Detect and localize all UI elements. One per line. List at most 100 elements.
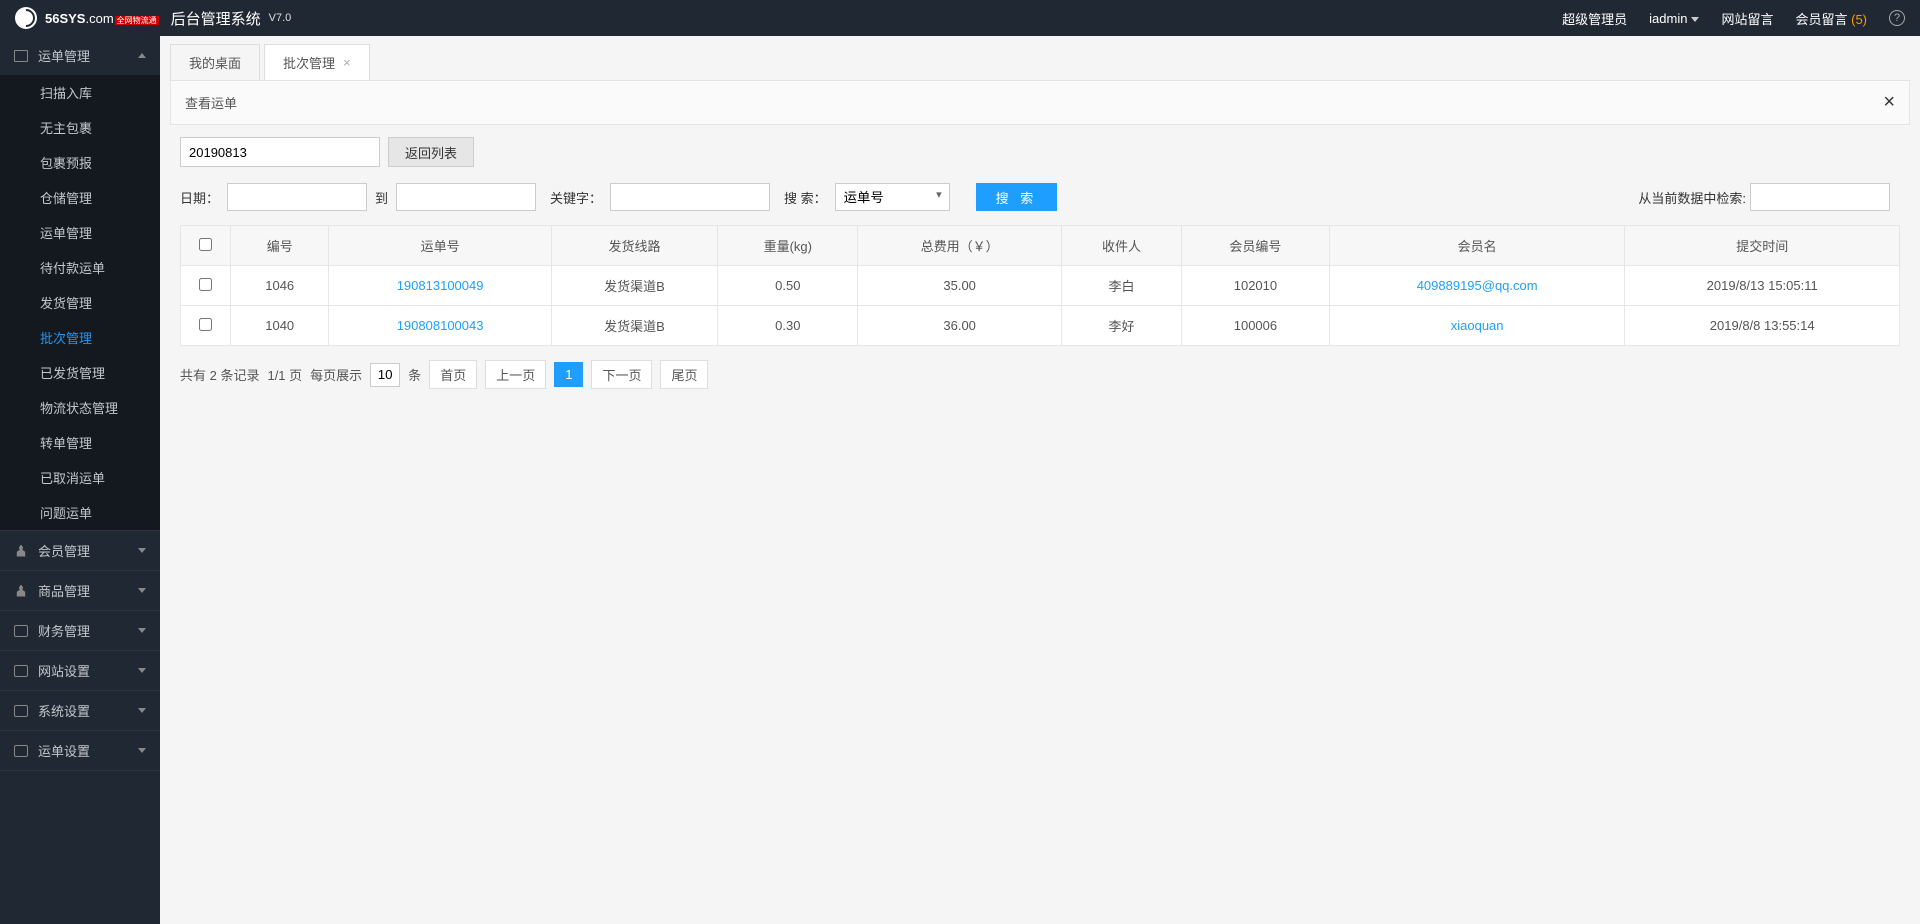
version-label: V7.0 — [269, 12, 292, 24]
search-type-select[interactable]: 运单号 — [835, 183, 950, 211]
local-search-label: 从当前数据中检索: — [1638, 188, 1746, 207]
member-link[interactable]: 409889195@qq.com — [1417, 278, 1538, 293]
table-header: 会员名 — [1329, 226, 1625, 266]
waybill-link[interactable]: 190813100049 — [397, 278, 484, 293]
keyword-label: 关键字： — [550, 188, 602, 207]
menu-icon — [14, 705, 28, 717]
menu-group-2[interactable]: 商品管理 — [0, 571, 160, 610]
row-checkbox[interactable] — [199, 318, 212, 331]
chevron-down-icon — [138, 548, 146, 553]
submenu-item[interactable]: 仓储管理 — [0, 180, 160, 215]
to-label: 到 — [375, 188, 388, 207]
toolbar-filter: 日期： 到 关键字： 搜 索： 运单号 搜 索 从当前数据中检索: — [160, 175, 1920, 225]
perpage-input[interactable] — [370, 363, 400, 387]
tab[interactable]: 我的桌面 — [170, 44, 260, 80]
menu-group-6[interactable]: 运单设置 — [0, 731, 160, 770]
select-all-checkbox[interactable] — [199, 238, 212, 251]
submenu-item[interactable]: 无主包裹 — [0, 110, 160, 145]
table-container: 编号运单号发货线路重量(kg)总费用（￥）收件人会员编号会员名提交时间 1046… — [160, 225, 1920, 346]
back-button[interactable]: 返回列表 — [388, 137, 474, 167]
pagination: 共有 2 条记录 1/1 页 每页展示 条 首页 上一页 1 下一页 尾页 — [160, 346, 1920, 403]
waybill-link[interactable]: 190808100043 — [397, 318, 484, 333]
menu-icon — [14, 665, 28, 677]
menu-group-5[interactable]: 系统设置 — [0, 691, 160, 730]
chevron-down-icon — [138, 708, 146, 713]
help-icon[interactable]: ? — [1889, 10, 1905, 26]
chevron-down-icon — [138, 588, 146, 593]
table-row: 1046190813100049发货渠道B0.5035.00李白10201040… — [181, 266, 1900, 306]
row-checkbox[interactable] — [199, 278, 212, 291]
table-header: 发货线路 — [551, 226, 717, 266]
toolbar-batch: 返回列表 — [160, 125, 1920, 175]
menu-icon — [14, 745, 28, 757]
pager-summary: 共有 2 条记录 — [180, 365, 259, 384]
local-search-input[interactable] — [1750, 183, 1890, 211]
date-label: 日期： — [180, 188, 219, 207]
submenu-item[interactable]: 待付款运单 — [0, 250, 160, 285]
submenu-item[interactable]: 运单管理 — [0, 215, 160, 250]
menu-group-0[interactable]: 运单管理 — [0, 36, 160, 75]
submenu-item[interactable]: 问题运单 — [0, 495, 160, 530]
keyword-input[interactable] — [610, 183, 770, 211]
submenu-item[interactable]: 发货管理 — [0, 285, 160, 320]
menu-icon — [14, 545, 28, 557]
table-header: 编号 — [231, 226, 329, 266]
menu-group-4[interactable]: 网站设置 — [0, 651, 160, 690]
member-link[interactable]: xiaoquan — [1451, 318, 1504, 333]
menu-group-1[interactable]: 会员管理 — [0, 531, 160, 570]
table-header: 收件人 — [1061, 226, 1181, 266]
chevron-down-icon — [138, 628, 146, 633]
system-title: 后台管理系统 — [171, 8, 261, 29]
panel-header: 查看运单 × — [170, 80, 1910, 125]
batch-input[interactable] — [180, 137, 380, 167]
search-button[interactable]: 搜 索 — [976, 183, 1058, 211]
perpage-label: 每页展示 — [310, 365, 362, 384]
user-dropdown[interactable]: iadmin — [1649, 11, 1699, 26]
top-header: 56SYS.com全网物流通 后台管理系统 V7.0 超级管理员 iadmin … — [0, 0, 1920, 36]
logo-icon — [15, 7, 37, 29]
table-header: 提交时间 — [1625, 226, 1900, 266]
page-number-button[interactable]: 1 — [554, 362, 583, 387]
content-area: 我的桌面批次管理× 查看运单 × 返回列表 日期： 到 关键字： 搜 索： 运单… — [160, 36, 1920, 924]
table-row: 1040190808100043发货渠道B0.3036.00李好100006xi… — [181, 306, 1900, 346]
submenu-item[interactable]: 已发货管理 — [0, 355, 160, 390]
menu-icon — [14, 625, 28, 637]
member-message-link[interactable]: 会员留言 (5) — [1795, 9, 1867, 28]
prev-page-button[interactable]: 上一页 — [485, 360, 546, 389]
perpage-unit: 条 — [408, 365, 421, 384]
sidebar: 运单管理扫描入库无主包裹包裹预报仓储管理运单管理待付款运单发货管理批次管理已发货… — [0, 36, 160, 924]
last-page-button[interactable]: 尾页 — [660, 360, 708, 389]
chevron-down-icon — [138, 748, 146, 753]
tab[interactable]: 批次管理× — [264, 44, 370, 80]
menu-group-3[interactable]: 财务管理 — [0, 611, 160, 650]
data-table: 编号运单号发货线路重量(kg)总费用（￥）收件人会员编号会员名提交时间 1046… — [180, 225, 1900, 346]
table-header: 运单号 — [329, 226, 551, 266]
submenu-item[interactable]: 扫描入库 — [0, 75, 160, 110]
pager-pages: 1/1 页 — [267, 365, 302, 384]
submenu-item[interactable]: 物流状态管理 — [0, 390, 160, 425]
logo[interactable]: 56SYS.com全网物流通 — [15, 7, 159, 29]
table-header: 重量(kg) — [718, 226, 858, 266]
first-page-button[interactable]: 首页 — [429, 360, 477, 389]
search-type-label: 搜 索： — [784, 188, 827, 207]
menu-icon — [14, 50, 28, 62]
date-to-input[interactable] — [396, 183, 536, 211]
tab-bar: 我的桌面批次管理× — [160, 36, 1920, 80]
table-header — [181, 226, 231, 266]
next-page-button[interactable]: 下一页 — [591, 360, 652, 389]
chevron-down-icon — [138, 668, 146, 673]
submenu-item[interactable]: 包裹预报 — [0, 145, 160, 180]
table-header: 总费用（￥） — [858, 226, 1062, 266]
site-message-link[interactable]: 网站留言 — [1721, 9, 1773, 28]
submenu-item[interactable]: 批次管理 — [0, 320, 160, 355]
tab-close-icon[interactable]: × — [343, 55, 351, 70]
role-label: 超级管理员 — [1562, 9, 1627, 28]
table-header: 会员编号 — [1181, 226, 1329, 266]
date-from-input[interactable] — [227, 183, 367, 211]
submenu-item[interactable]: 转单管理 — [0, 425, 160, 460]
chevron-up-icon — [138, 53, 146, 58]
submenu-item[interactable]: 已取消运单 — [0, 460, 160, 495]
menu-icon — [14, 585, 28, 597]
close-icon[interactable]: × — [1883, 91, 1895, 114]
panel-title: 查看运单 — [185, 93, 237, 112]
